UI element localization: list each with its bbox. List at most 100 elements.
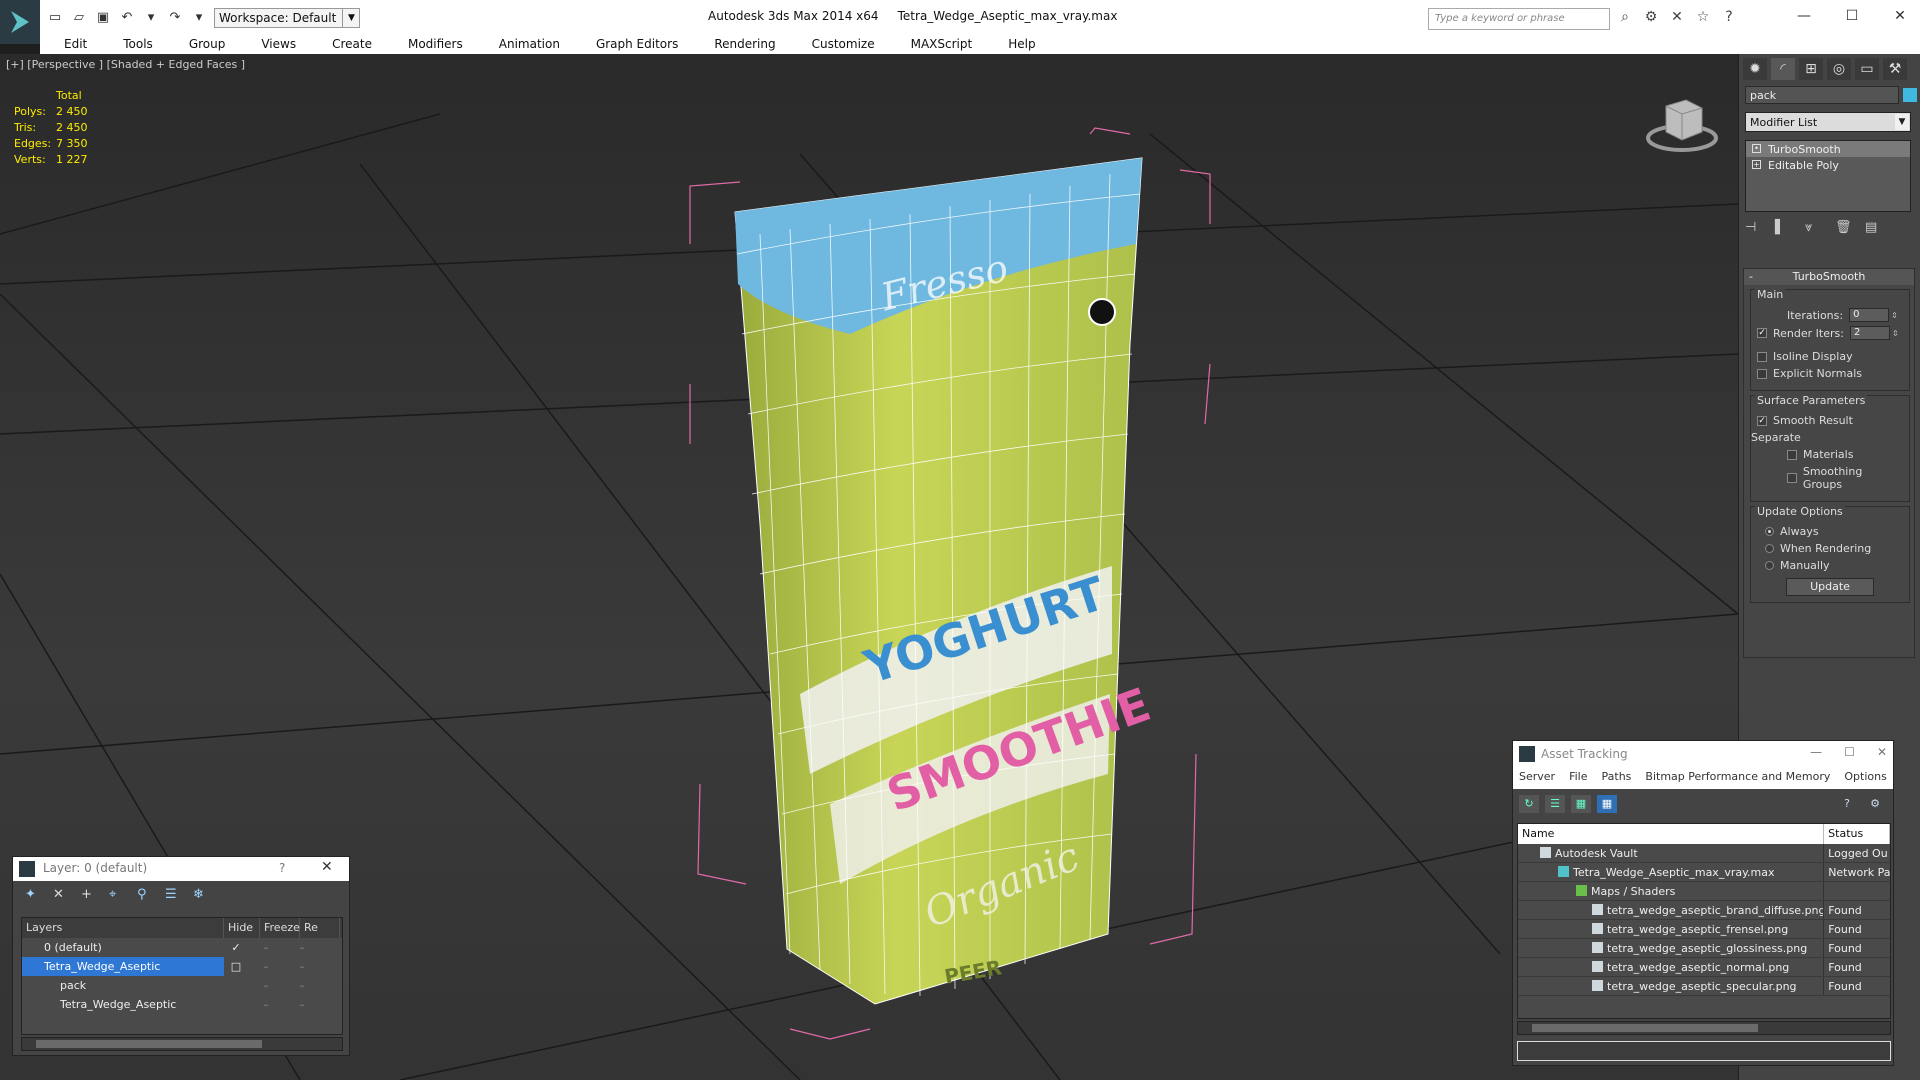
menu-options[interactable]: Options [1844, 770, 1886, 786]
list-view-icon[interactable]: ☰ [1545, 795, 1565, 813]
when-rendering-radio[interactable] [1765, 544, 1774, 553]
delete-layer-icon[interactable]: ✕ [53, 887, 71, 903]
maximize-icon[interactable]: ☐ [1828, 4, 1876, 28]
scrollbar-thumb[interactable] [1532, 1024, 1758, 1032]
menu-create[interactable]: Create [308, 37, 384, 51]
path-field[interactable] [1517, 1041, 1891, 1061]
highlight-layer-icon[interactable]: ⚲ [137, 887, 155, 903]
layer-dialog-titlebar[interactable]: Layer: 0 (default) ? ✕ [13, 857, 349, 881]
asset-dialog-titlebar[interactable]: Asset Tracking — ☐ ✕ [1513, 741, 1893, 767]
display-tab-icon[interactable]: ▭ [1855, 58, 1879, 80]
asset-row[interactable]: tetra_wedge_aseptic_glossiness.png Found [1518, 939, 1890, 958]
chevron-down-icon[interactable]: ▼ [342, 8, 360, 28]
menu-tools[interactable]: Tools [99, 37, 165, 51]
always-radio[interactable] [1765, 527, 1774, 536]
table-view-icon[interactable]: ▦ [1597, 795, 1617, 813]
redo-icon[interactable]: ↷ [166, 8, 184, 26]
iterations-spinner[interactable]: 0 [1849, 308, 1890, 322]
lightbulb-icon[interactable]: • [1752, 144, 1761, 153]
menu-edit[interactable]: Edit [40, 37, 99, 51]
viewport-label[interactable]: [+] [Perspective ] [Shaded + Edged Faces… [6, 58, 245, 71]
asset-row[interactable]: tetra_wedge_aseptic_specular.png Found [1518, 977, 1890, 996]
asset-row[interactable]: tetra_wedge_aseptic_brand_diffuse.png Fou… [1518, 901, 1890, 920]
rollout-header[interactable]: - TurboSmooth [1744, 269, 1914, 285]
asset-row[interactable]: tetra_wedge_aseptic_normal.png Found [1518, 958, 1890, 977]
help-icon[interactable]: ? [1720, 9, 1738, 25]
maximize-icon[interactable]: ☐ [1844, 745, 1855, 759]
remove-modifier-icon[interactable]: 🗑 [1835, 220, 1852, 235]
viewcube-icon[interactable] [1646, 88, 1726, 158]
motion-tab-icon[interactable]: ◎ [1827, 58, 1851, 80]
chevron-down-icon[interactable]: ▼ [1895, 114, 1909, 130]
materials-checkbox[interactable] [1787, 449, 1797, 460]
binoculars-icon[interactable]: ⌕ [1616, 9, 1634, 25]
horizontal-scrollbar[interactable] [21, 1037, 343, 1051]
new-layer-icon[interactable]: ✦ [25, 887, 43, 903]
asset-row[interactable]: Maps / Shaders [1518, 882, 1890, 901]
menu-views[interactable]: Views [237, 37, 308, 51]
refresh-icon[interactable]: ↻ [1519, 795, 1539, 813]
render-iters-checkbox[interactable]: ✓ [1757, 328, 1767, 338]
help-icon[interactable]: ? [1837, 795, 1857, 813]
menu-graph-editors[interactable]: Graph Editors [572, 37, 690, 51]
add-selection-icon[interactable]: + [81, 887, 99, 903]
search-input[interactable]: Type a keyword or phrase [1428, 8, 1610, 30]
layer-row[interactable]: 0 (default) ✓ – – [22, 938, 342, 957]
tetra-pack-model[interactable]: Fresso YOGHURT SMOOTHIE Organic PEER [734, 157, 1157, 1005]
smoothing-groups-checkbox[interactable] [1787, 473, 1797, 483]
manually-radio[interactable] [1765, 561, 1774, 570]
undo-icon[interactable]: ↶ [118, 8, 136, 26]
object-name-field[interactable]: pack [1745, 86, 1899, 104]
scrollbar-thumb[interactable] [36, 1040, 262, 1048]
spinner-arrows-icon[interactable]: ⇕ [1891, 311, 1898, 320]
close-icon[interactable]: ✕ [1876, 4, 1920, 28]
menu-maxscript[interactable]: MAXScript [887, 37, 985, 51]
hide-all-layers-icon[interactable]: ☰ [165, 887, 183, 903]
menu-animation[interactable]: Animation [475, 37, 572, 51]
layer-row[interactable]: pack – – [22, 976, 342, 995]
workspace-dropdown[interactable]: Workspace: Default [214, 8, 360, 28]
update-button[interactable]: Update [1786, 578, 1874, 596]
open-file-icon[interactable]: ▱ [70, 8, 88, 26]
help-icon[interactable]: ? [279, 861, 285, 875]
show-end-result-icon[interactable]: ▌ [1775, 220, 1791, 235]
stack-item-turbosmooth[interactable]: • TurboSmooth [1746, 141, 1910, 157]
menu-bitmap-performance[interactable]: Bitmap Performance and Memory [1645, 770, 1830, 786]
select-objects-icon[interactable]: ⌖ [109, 887, 127, 903]
hierarchy-tab-icon[interactable]: ⊞ [1799, 58, 1823, 80]
redo-dropdown-icon[interactable]: ▾ [190, 8, 208, 26]
minimize-icon[interactable]: — [1810, 745, 1822, 759]
create-tab-icon[interactable]: ✹ [1743, 58, 1767, 80]
menu-rendering[interactable]: Rendering [690, 37, 787, 51]
utilities-tab-icon[interactable]: ⚒ [1883, 58, 1907, 80]
save-icon[interactable]: ▣ [94, 8, 112, 26]
communication-icon[interactable]: ✕ [1668, 9, 1686, 25]
horizontal-scrollbar[interactable] [1517, 1021, 1891, 1035]
modifier-list-dropdown[interactable]: Modifier List [1745, 112, 1911, 132]
menu-group[interactable]: Group [165, 37, 238, 51]
thumbnail-view-icon[interactable]: ▦ [1571, 795, 1591, 813]
settings-icon[interactable]: ⚙ [1865, 795, 1885, 813]
close-icon[interactable]: ✕ [1877, 745, 1887, 759]
asset-row[interactable]: tetra_wedge_aseptic_frensel.png Found [1518, 920, 1890, 939]
modify-tab-icon[interactable]: ◜ [1771, 58, 1795, 80]
stack-item-editable-poly[interactable]: + Editable Poly [1746, 157, 1910, 173]
minimize-icon[interactable]: — [1780, 4, 1828, 28]
menu-file[interactable]: File [1569, 770, 1587, 786]
smooth-result-checkbox[interactable]: ✓ [1757, 415, 1767, 426]
layer-row[interactable]: Tetra_Wedge_Aseptic □ – – [22, 957, 342, 976]
freeze-all-layers-icon[interactable]: ❄ [193, 887, 211, 903]
spinner-arrows-icon[interactable]: ⇕ [1892, 329, 1899, 338]
undo-dropdown-icon[interactable]: ▾ [142, 8, 160, 26]
subscription-icon[interactable]: ⚙ [1642, 9, 1660, 25]
expand-icon[interactable]: + [1752, 160, 1761, 169]
close-icon[interactable]: ✕ [321, 859, 333, 875]
asset-row[interactable]: Tetra_Wedge_Aseptic_max_vray.max Network … [1518, 863, 1890, 882]
menu-server[interactable]: Server [1519, 770, 1555, 786]
menu-customize[interactable]: Customize [788, 37, 887, 51]
make-unique-icon[interactable]: ⩔ [1805, 220, 1821, 235]
new-file-icon[interactable]: ▭ [46, 8, 64, 26]
configure-modifier-sets-icon[interactable]: ▤ [1865, 220, 1881, 235]
menu-modifiers[interactable]: Modifiers [384, 37, 475, 51]
explicit-normals-checkbox[interactable] [1757, 368, 1767, 379]
